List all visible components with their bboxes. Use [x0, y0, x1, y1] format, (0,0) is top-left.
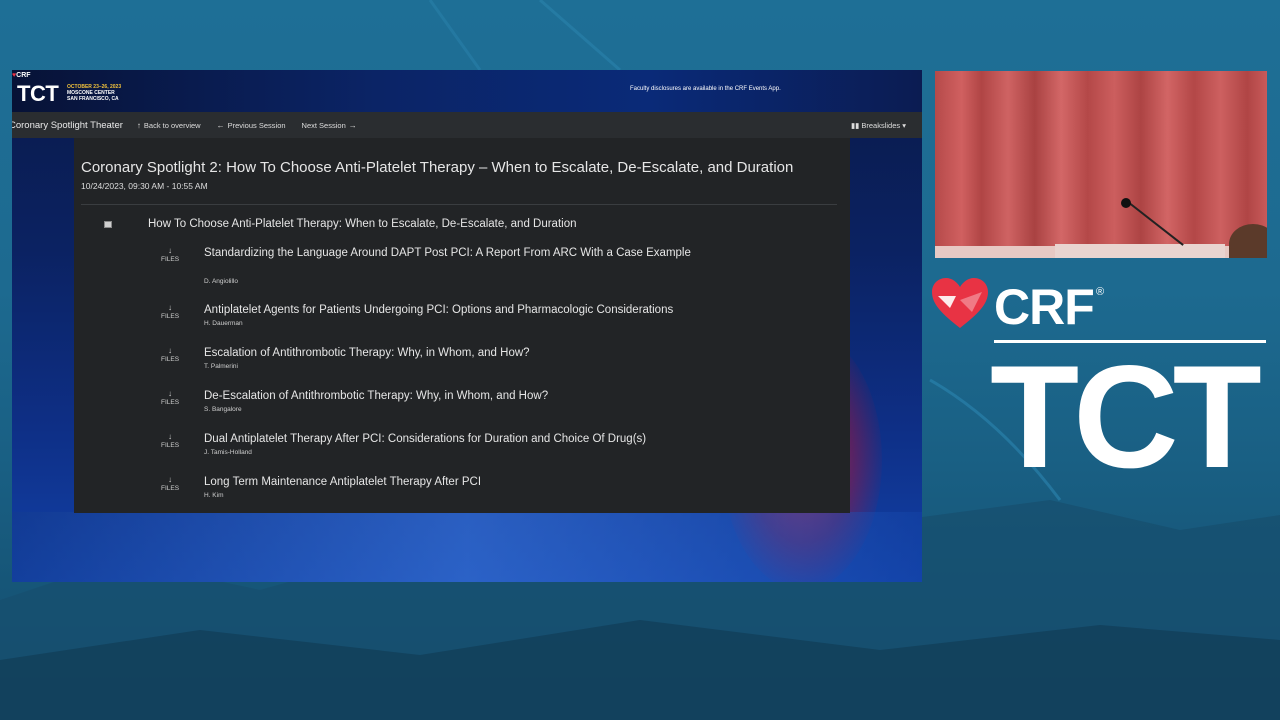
presentation-slide: ♥CRF TCT OCTOBER 23–26, 2023 MOSCONE CEN…: [12, 70, 922, 582]
session-card: Coronary Spotlight 2: How To Choose Anti…: [74, 138, 850, 513]
nav-theater-title[interactable]: Coronary Spotlight Theater: [12, 120, 123, 131]
camera-podium: [1055, 244, 1225, 258]
main-talk-title[interactable]: How To Choose Anti-Platelet Therapy: Whe…: [148, 218, 577, 230]
files-download-button[interactable]: ↓ FILES: [158, 303, 182, 321]
speaker-camera-feed: [935, 71, 1267, 258]
brand-registered-mark: ®: [1096, 286, 1105, 298]
files-download-button[interactable]: ↓ FILES: [158, 475, 182, 493]
camera-mic-stem: [1127, 201, 1184, 246]
download-icon: ↓: [168, 303, 172, 312]
files-download-button[interactable]: ↓ FILES: [158, 389, 182, 407]
session-title: Coronary Spotlight 2: How To Choose Anti…: [81, 159, 794, 176]
talk-speaker: H. Kim: [204, 492, 224, 499]
disclosure-text: Faculty disclosures are available in the…: [630, 86, 781, 92]
files-download-button[interactable]: ↓ FILES: [158, 346, 182, 364]
talk-title[interactable]: Escalation of Antithrombotic Therapy: Wh…: [204, 346, 724, 360]
files-download-button[interactable]: ↓ FILES: [158, 432, 182, 450]
logo-event-info: OCTOBER 23–26, 2023 MOSCONE CENTER SAN F…: [67, 84, 121, 102]
files-download-button[interactable]: ↓ FILES: [158, 246, 182, 264]
brand-tct-text: TCT: [990, 335, 1262, 498]
talk-speaker: J. Tamis-Holland: [204, 449, 252, 456]
download-icon: ↓: [168, 346, 172, 355]
previous-session-link[interactable]: ← Previous Session: [217, 121, 286, 130]
navbar: Coronary Spotlight Theater ↑ Back to over…: [12, 112, 922, 138]
download-icon: ↓: [168, 389, 172, 398]
breakslides-dropdown[interactable]: ▮▮ Breakslides ▾: [851, 121, 906, 130]
logo-tct-text: TCT: [17, 81, 59, 106]
logo-crf-text: CRF: [16, 72, 31, 79]
logo-city: SAN FRANCISCO, CA: [67, 96, 119, 102]
slide-header: ♥CRF TCT OCTOBER 23–26, 2023 MOSCONE CEN…: [12, 70, 922, 112]
caret-down-icon: ▾: [902, 121, 906, 130]
next-session-link[interactable]: Next Session →: [302, 121, 357, 130]
talk-title[interactable]: Antiplatelet Agents for Patients Undergo…: [204, 303, 804, 317]
talk-title[interactable]: Standardizing the Language Around DAPT P…: [204, 246, 724, 260]
talk-title[interactable]: Long Term Maintenance Antiplatelet Thera…: [204, 475, 724, 489]
camera-person: [1229, 224, 1267, 258]
slides-icon[interactable]: [104, 221, 112, 228]
talk-title[interactable]: Dual Antiplatelet Therapy After PCI: Con…: [204, 432, 804, 446]
arrow-left-icon: ←: [216, 120, 225, 130]
talk-speaker: D. Angiolillo: [204, 278, 238, 285]
talk-speaker: H. Dauerman: [204, 320, 243, 327]
back-to-overview-link[interactable]: ↑ Back to overview: [137, 121, 201, 130]
download-icon: ↓: [168, 246, 172, 255]
arrow-right-icon: →: [348, 120, 357, 130]
talk-speaker: T. Palmerini: [204, 363, 238, 370]
divider: [81, 204, 837, 205]
grid-icon: ▮▮: [851, 121, 860, 130]
slide-city-lights: [12, 512, 922, 582]
crf-heart-logo-icon: [932, 278, 988, 328]
arrow-up-icon: ↑: [136, 120, 141, 130]
download-icon: ↓: [168, 432, 172, 441]
session-datetime: 10/24/2023, 09:30 AM - 10:55 AM: [81, 181, 208, 191]
talk-title[interactable]: De-Escalation of Antithrombotic Therapy:…: [204, 389, 724, 403]
tct-logo: ♥CRF TCT OCTOBER 23–26, 2023 MOSCONE CEN…: [12, 72, 142, 110]
microphone-icon: [1121, 198, 1131, 208]
talk-speaker: S. Bangalore: [204, 406, 242, 413]
brand-crf-text: CRF: [994, 279, 1095, 335]
download-icon: ↓: [168, 475, 172, 484]
